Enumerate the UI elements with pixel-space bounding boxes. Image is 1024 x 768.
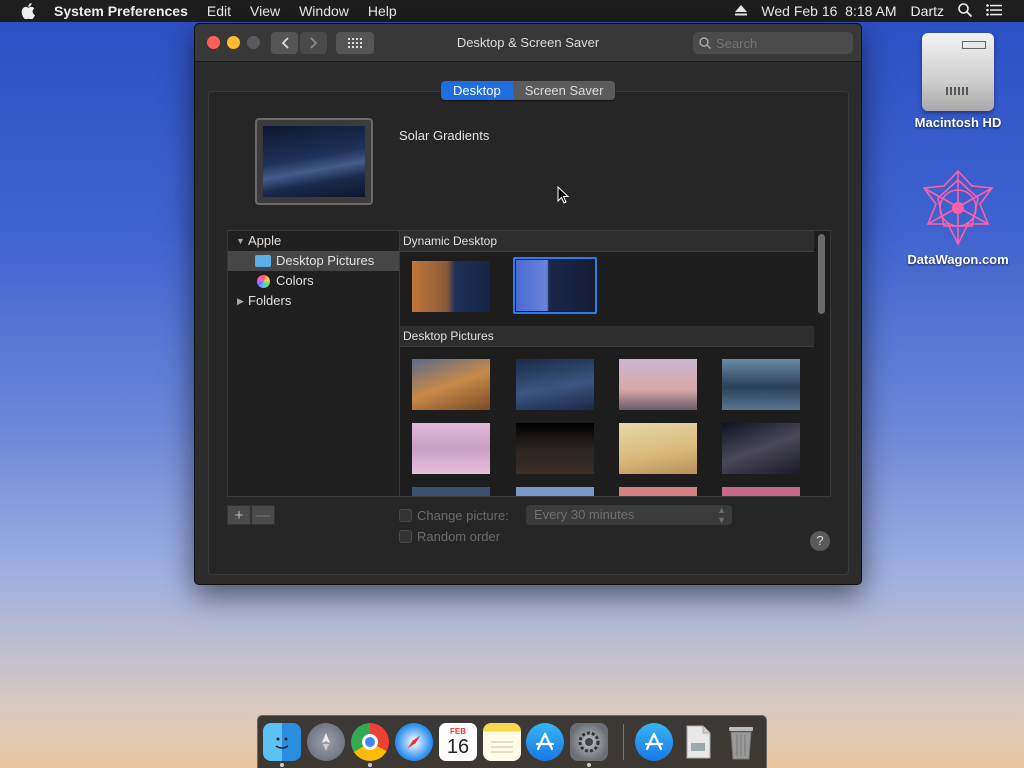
search-icon <box>699 37 711 49</box>
dock-document-icon[interactable] <box>679 723 717 761</box>
tab-control: Desktop Screen Saver <box>441 81 616 100</box>
folder-icon <box>255 255 271 267</box>
running-indicator <box>368 763 372 767</box>
grid-scrollbar[interactable] <box>818 234 825 314</box>
dock-separator <box>623 724 624 760</box>
desktop-icon-macintosh-hd[interactable]: Macintosh HD <box>898 33 1018 130</box>
apple-menu-icon[interactable] <box>21 3 35 19</box>
menu-edit[interactable]: Edit <box>207 3 231 19</box>
source-colors[interactable]: Colors <box>228 271 399 291</box>
datawagon-logo-icon <box>916 168 1000 248</box>
menu-help[interactable]: Help <box>368 3 397 19</box>
interval-popup[interactable]: Every 30 minutes ▲ ▼ <box>526 505 732 525</box>
remove-folder-button[interactable]: — <box>251 505 275 525</box>
source-folders[interactable]: ▶ Folders <box>228 291 399 311</box>
section-dynamic-desktop: Dynamic Desktop <box>400 231 814 252</box>
dock-app-store-icon[interactable] <box>526 723 564 761</box>
eject-icon[interactable] <box>735 3 748 19</box>
dock-launchpad-icon[interactable] <box>307 723 345 761</box>
search-field[interactable] <box>693 32 853 54</box>
notification-center-icon[interactable] <box>986 3 1002 19</box>
wallpaper-thumb-solar-gradients[interactable] <box>516 260 594 311</box>
wallpaper-thumb-mojave-day[interactable] <box>412 359 490 410</box>
wallpaper-thumb-dark-dunes[interactable] <box>722 423 800 474</box>
wallpaper-thumb-lake[interactable] <box>722 359 800 410</box>
wallpaper-thumb-partial-4[interactable] <box>722 487 800 496</box>
popup-arrows-icon: ▲ ▼ <box>717 505 726 525</box>
desktop-icon-label: DataWagon.com <box>907 252 1009 267</box>
dock-notes-icon[interactable] <box>483 723 521 761</box>
tab-desktop[interactable]: Desktop <box>441 81 513 100</box>
wallpaper-thumb-partial-1[interactable] <box>412 487 490 496</box>
running-indicator <box>280 763 284 767</box>
wallpaper-thumb-partial-2[interactable] <box>516 487 594 496</box>
disclosure-expanded-icon[interactable]: ▼ <box>236 231 245 251</box>
wallpaper-thumb-sand-dunes[interactable] <box>619 423 697 474</box>
color-wheel-icon <box>257 275 270 288</box>
mouse-cursor-icon <box>557 185 570 207</box>
add-remove-buttons: + — <box>227 505 275 525</box>
menu-view[interactable]: View <box>250 3 280 19</box>
wallpaper-thumb-mojave-night[interactable] <box>516 359 594 410</box>
add-folder-button[interactable]: + <box>227 505 251 525</box>
dock-finder-icon[interactable] <box>263 723 301 761</box>
random-order-checkbox[interactable] <box>399 530 412 543</box>
dock-calendar-icon[interactable]: FEB 16 <box>439 723 477 761</box>
tab-screen-saver[interactable]: Screen Saver <box>512 81 616 100</box>
menu-app-name[interactable]: System Preferences <box>54 3 188 19</box>
help-button[interactable]: ? <box>810 531 830 551</box>
menu-window[interactable]: Window <box>299 3 349 19</box>
current-wallpaper-name: Solar Gradients <box>399 128 490 143</box>
menu-bar: System Preferences Edit View Window Help… <box>0 0 1024 22</box>
dock-trash-icon[interactable] <box>722 723 760 761</box>
running-indicator <box>587 763 591 767</box>
wallpaper-thumb-pink-lake[interactable] <box>412 423 490 474</box>
source-list: ▼ Apple Desktop Pictures Colors ▶ Folder… <box>227 230 399 497</box>
change-picture-option[interactable]: Change picture: <box>399 508 509 523</box>
title-bar[interactable]: Desktop & Screen Saver <box>195 24 861 62</box>
random-order-option[interactable]: Random order <box>399 529 500 544</box>
source-desktop-pictures[interactable]: Desktop Pictures <box>228 251 399 271</box>
desktop-icon-label: Macintosh HD <box>914 115 1002 130</box>
disclosure-collapsed-icon[interactable]: ▶ <box>237 291 244 311</box>
wallpaper-thumb-mojave-dynamic[interactable] <box>412 261 490 312</box>
wallpaper-thumb-partial-3[interactable] <box>619 487 697 496</box>
dock-downloads-stack-icon[interactable] <box>635 723 673 761</box>
menu-clock[interactable]: Wed Feb 16 8:18 AM <box>761 3 896 19</box>
wallpaper-thumb-rock-formation[interactable] <box>619 359 697 410</box>
desktop-icon-datawagon[interactable]: DataWagon.com <box>898 168 1018 267</box>
dock-system-preferences-icon[interactable] <box>570 723 608 761</box>
dock: FEB 16 <box>257 715 767 768</box>
dock-safari-icon[interactable] <box>395 723 433 761</box>
section-desktop-pictures: Desktop Pictures <box>400 326 814 347</box>
wallpaper-thumb-dark-city[interactable] <box>516 423 594 474</box>
menu-user[interactable]: Dartz <box>911 3 944 19</box>
spotlight-search-icon[interactable] <box>958 2 973 20</box>
search-input[interactable] <box>716 35 836 51</box>
picture-grid: Dynamic Desktop Desktop Pictures <box>399 230 831 497</box>
hard-drive-icon <box>922 33 994 111</box>
change-picture-checkbox[interactable] <box>399 509 412 522</box>
source-apple[interactable]: ▼ Apple <box>228 231 399 251</box>
desktop-screensaver-window: Desktop & Screen Saver Desktop Screen Sa… <box>194 23 862 585</box>
wallpaper-preview <box>255 118 373 205</box>
dock-chrome-icon[interactable] <box>351 723 389 761</box>
